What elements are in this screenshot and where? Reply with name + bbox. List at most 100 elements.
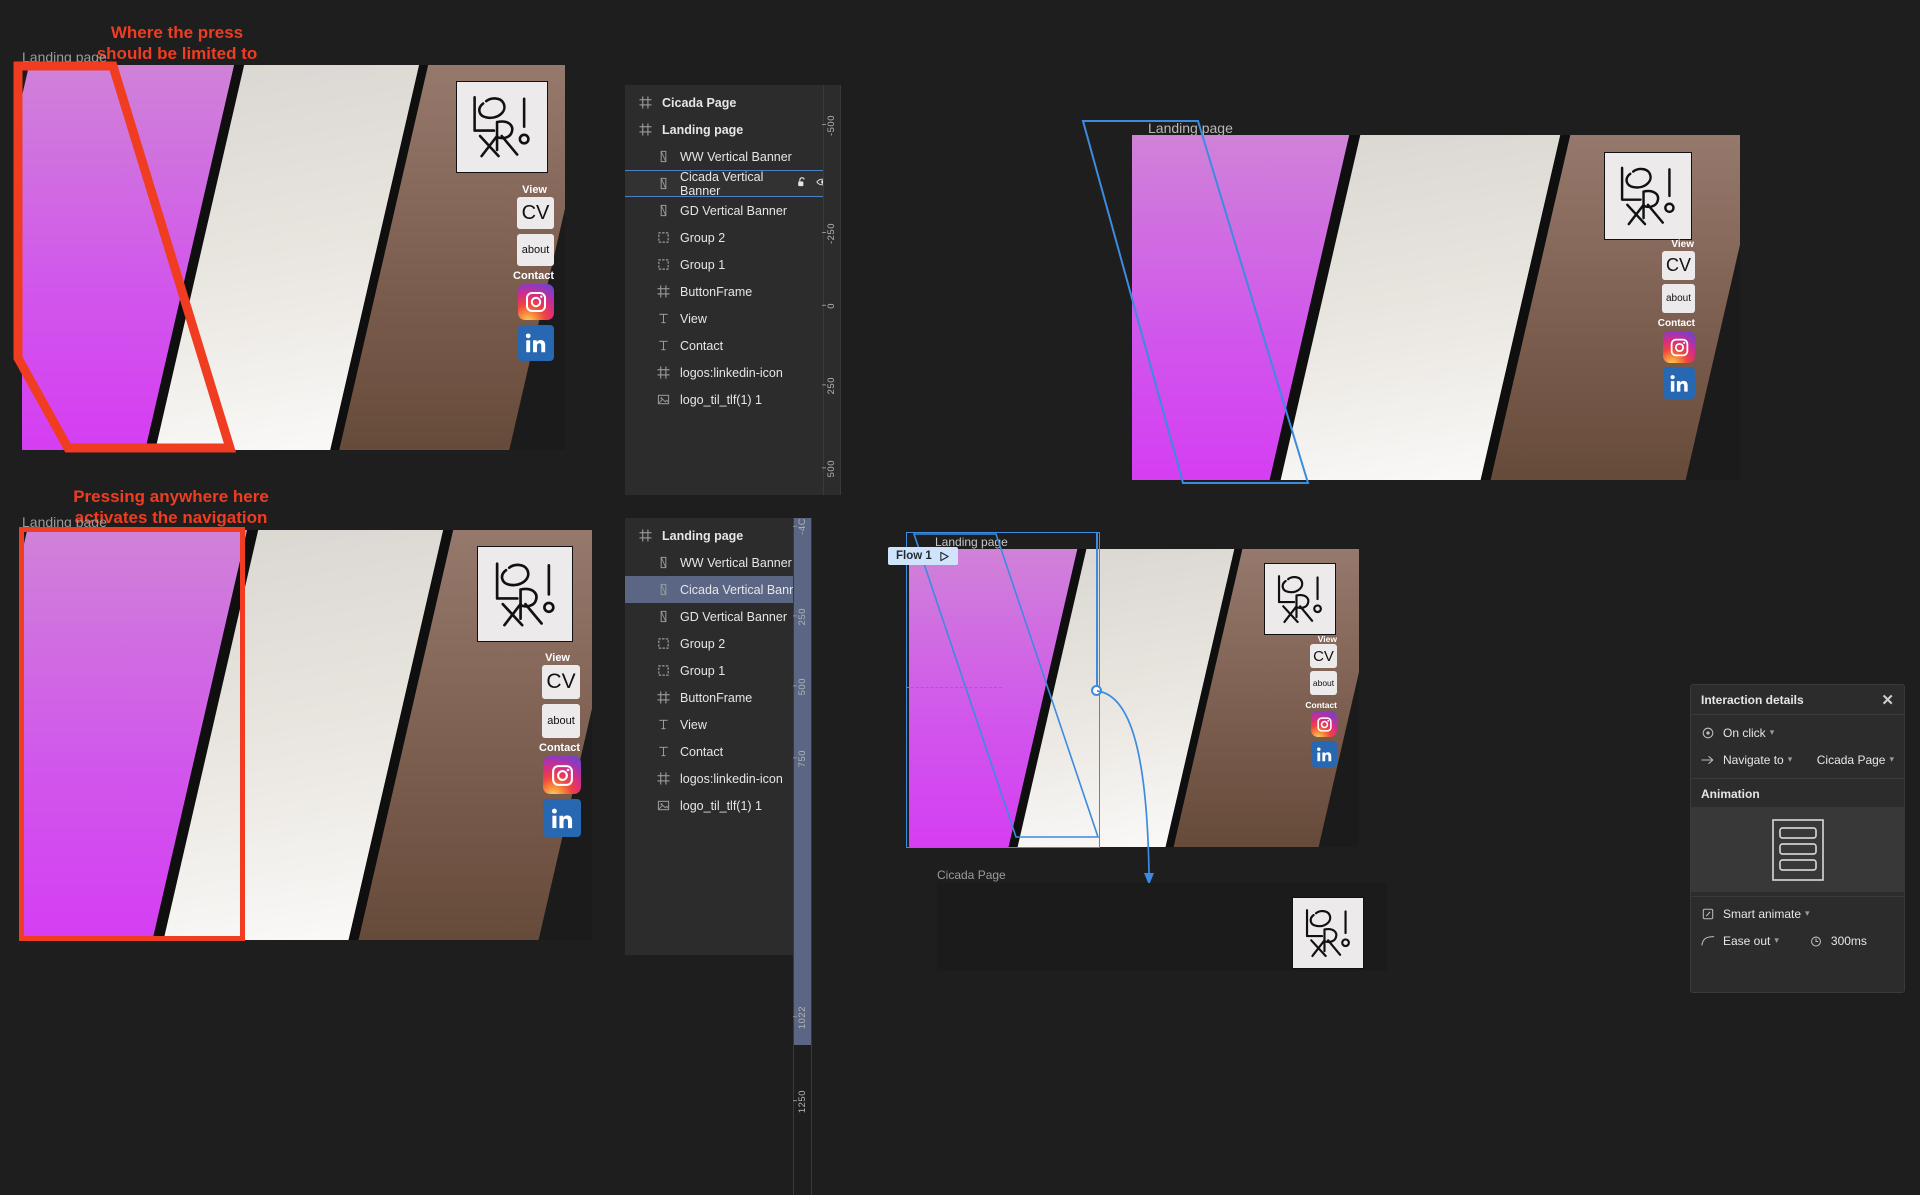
duration-value[interactable]: 300ms xyxy=(1831,934,1867,948)
flow-connector-curve xyxy=(1096,690,1154,885)
layer-row[interactable]: Cicada Vertical Banner xyxy=(625,576,811,603)
text-icon xyxy=(655,338,671,354)
layer-row[interactable]: Group 1 xyxy=(625,657,811,684)
action-dropdown[interactable]: Navigate to ▾ xyxy=(1723,753,1792,767)
easing-dropdown[interactable]: Ease out ▾ xyxy=(1723,934,1779,948)
click-icon xyxy=(1701,727,1715,739)
layer-row[interactable]: WW Vertical Banner xyxy=(625,143,840,170)
layer-row[interactable]: logo_til_tlf(1) 1 xyxy=(625,386,840,413)
layer-row[interactable]: GD Vertical Banner xyxy=(625,603,811,630)
layer-row[interactable]: Group 2 xyxy=(625,630,811,657)
layer-row[interactable]: Contact xyxy=(625,738,811,765)
unlock-icon[interactable] xyxy=(796,176,808,191)
layer-row[interactable]: logo_til_tlf(1) 1 xyxy=(625,792,811,819)
ruler-tick: -4C xyxy=(797,518,808,535)
layer-row[interactable]: Landing page xyxy=(625,522,811,549)
layer-row[interactable]: ButtonFrame xyxy=(625,684,811,711)
close-icon[interactable]: ✕ xyxy=(1881,691,1894,709)
instagram-button-canvas-bottom[interactable] xyxy=(1311,711,1337,737)
about-button-canvas-top[interactable]: about xyxy=(1662,284,1695,313)
instagram-button-bottomleft[interactable] xyxy=(543,756,581,794)
destination-value: Cicada Page xyxy=(1816,752,1886,767)
lsr-logo-icon xyxy=(473,96,530,158)
animation-section: Animation xyxy=(1691,778,1904,892)
layer-row[interactable]: logos:linkedin-icon xyxy=(625,765,811,792)
logo-tile-cicada-page xyxy=(1292,897,1364,969)
ruler-tick: 750 xyxy=(797,750,808,768)
linkedin-button-canvas-bottom[interactable] xyxy=(1311,741,1337,767)
frame-icon xyxy=(637,528,653,544)
layers-list-bottom: Landing page WW Vertical Banner Cicada Ver… xyxy=(625,518,811,819)
logo-tile-topleft xyxy=(456,81,548,173)
instagram-button-topleft[interactable] xyxy=(518,284,554,320)
ruler-tick: 1022 xyxy=(797,1006,808,1030)
layer-row-label: GD Vertical Banner xyxy=(680,609,787,624)
trigger-dropdown[interactable]: On click ▾ xyxy=(1723,726,1774,740)
animation-preview[interactable] xyxy=(1691,807,1904,892)
cv-button-canvas-bottom[interactable]: CV xyxy=(1310,644,1337,668)
layer-row-label: View xyxy=(680,717,707,732)
ruler-tick: 500 xyxy=(826,460,837,478)
cv-button-canvas-top[interactable]: CV xyxy=(1662,251,1695,280)
layer-row[interactable]: Landing page xyxy=(625,116,840,143)
ruler-top: -500 -250 0 250 500 xyxy=(823,85,841,495)
trigger-row[interactable]: On click ▾ xyxy=(1691,719,1904,746)
easing-row[interactable]: Ease out ▾ 300ms xyxy=(1691,927,1904,954)
chevron-down-icon: ▾ xyxy=(1805,908,1810,918)
linkedin-button-bottomleft[interactable] xyxy=(543,799,581,837)
destination-dropdown[interactable]: Cicada Page ▾ xyxy=(1817,753,1894,767)
lsr-logo-icon xyxy=(1620,166,1675,226)
ruler-tick: 1250 xyxy=(797,1090,808,1114)
layer-row-label: Landing page xyxy=(662,528,744,543)
linkedin-button-canvas-top[interactable] xyxy=(1663,367,1695,399)
layer-row-label: View xyxy=(680,311,707,326)
view-label-canvas-bottom: View xyxy=(1317,634,1337,644)
layer-row[interactable]: WW Vertical Banner xyxy=(625,549,811,576)
cv-button-bottomleft[interactable]: CV xyxy=(542,665,580,699)
layer-row[interactable]: Group 2 xyxy=(625,224,840,251)
layer-row[interactable]: Cicada Vertical Banner xyxy=(625,170,840,198)
about-button-bottomleft[interactable]: about xyxy=(542,704,580,738)
text-icon xyxy=(655,311,671,327)
text-icon xyxy=(655,717,671,733)
animation-type-row[interactable]: Smart animate ▾ xyxy=(1691,900,1904,927)
layer-row[interactable]: View xyxy=(625,305,840,332)
layer-row[interactable]: Group 1 xyxy=(625,251,840,278)
easing-value: Ease out xyxy=(1723,933,1771,948)
vector-icon xyxy=(655,203,671,219)
layer-row-label: Group 2 xyxy=(680,230,726,245)
frame-icon xyxy=(637,95,653,111)
play-icon[interactable] xyxy=(939,551,950,562)
linkedin-button-topleft[interactable] xyxy=(518,325,554,361)
press-limit-highlight xyxy=(13,61,237,453)
layer-row-label: Group 2 xyxy=(680,636,726,651)
layer-row[interactable]: Cicada Page xyxy=(625,89,840,116)
action-row[interactable]: Navigate to ▾ Cicada Page ▾ xyxy=(1691,746,1904,773)
layer-row-label: Group 1 xyxy=(680,663,726,678)
linkedin-icon xyxy=(1669,374,1688,392)
interaction-details-title: Interaction details xyxy=(1701,692,1804,707)
instagram-button-canvas-top[interactable] xyxy=(1663,331,1695,363)
layer-row-label: logo_til_tlf(1) 1 xyxy=(680,798,762,813)
animation-type-dropdown[interactable]: Smart animate ▾ xyxy=(1723,907,1810,921)
layer-row[interactable]: Contact xyxy=(625,332,840,359)
ease-curve-icon xyxy=(1701,935,1715,947)
flow-badge[interactable]: Flow 1 xyxy=(888,547,958,565)
image-icon xyxy=(655,392,671,408)
about-button-canvas-bottom[interactable]: about xyxy=(1310,671,1337,695)
arrow-right-icon xyxy=(1701,754,1715,766)
instagram-icon xyxy=(526,292,546,312)
cv-button-topleft[interactable]: CV xyxy=(517,197,554,229)
layer-row[interactable]: GD Vertical Banner xyxy=(625,197,840,224)
layer-row[interactable]: ButtonFrame xyxy=(625,278,840,305)
instagram-icon xyxy=(1670,338,1688,356)
layer-row[interactable]: View xyxy=(625,711,811,738)
view-label-bottomleft: View xyxy=(545,652,570,664)
about-button-topleft[interactable]: about xyxy=(517,234,554,266)
logo-tile-bottomleft xyxy=(477,546,573,642)
flow-connector-vertical xyxy=(1096,532,1098,692)
chevron-down-icon: ▾ xyxy=(1889,754,1894,764)
layer-row[interactable]: logos:linkedin-icon xyxy=(625,359,840,386)
linkedin-icon xyxy=(551,808,572,828)
layers-panel-top: Cicada Page Landing page WW Vertical Banne… xyxy=(625,85,840,495)
